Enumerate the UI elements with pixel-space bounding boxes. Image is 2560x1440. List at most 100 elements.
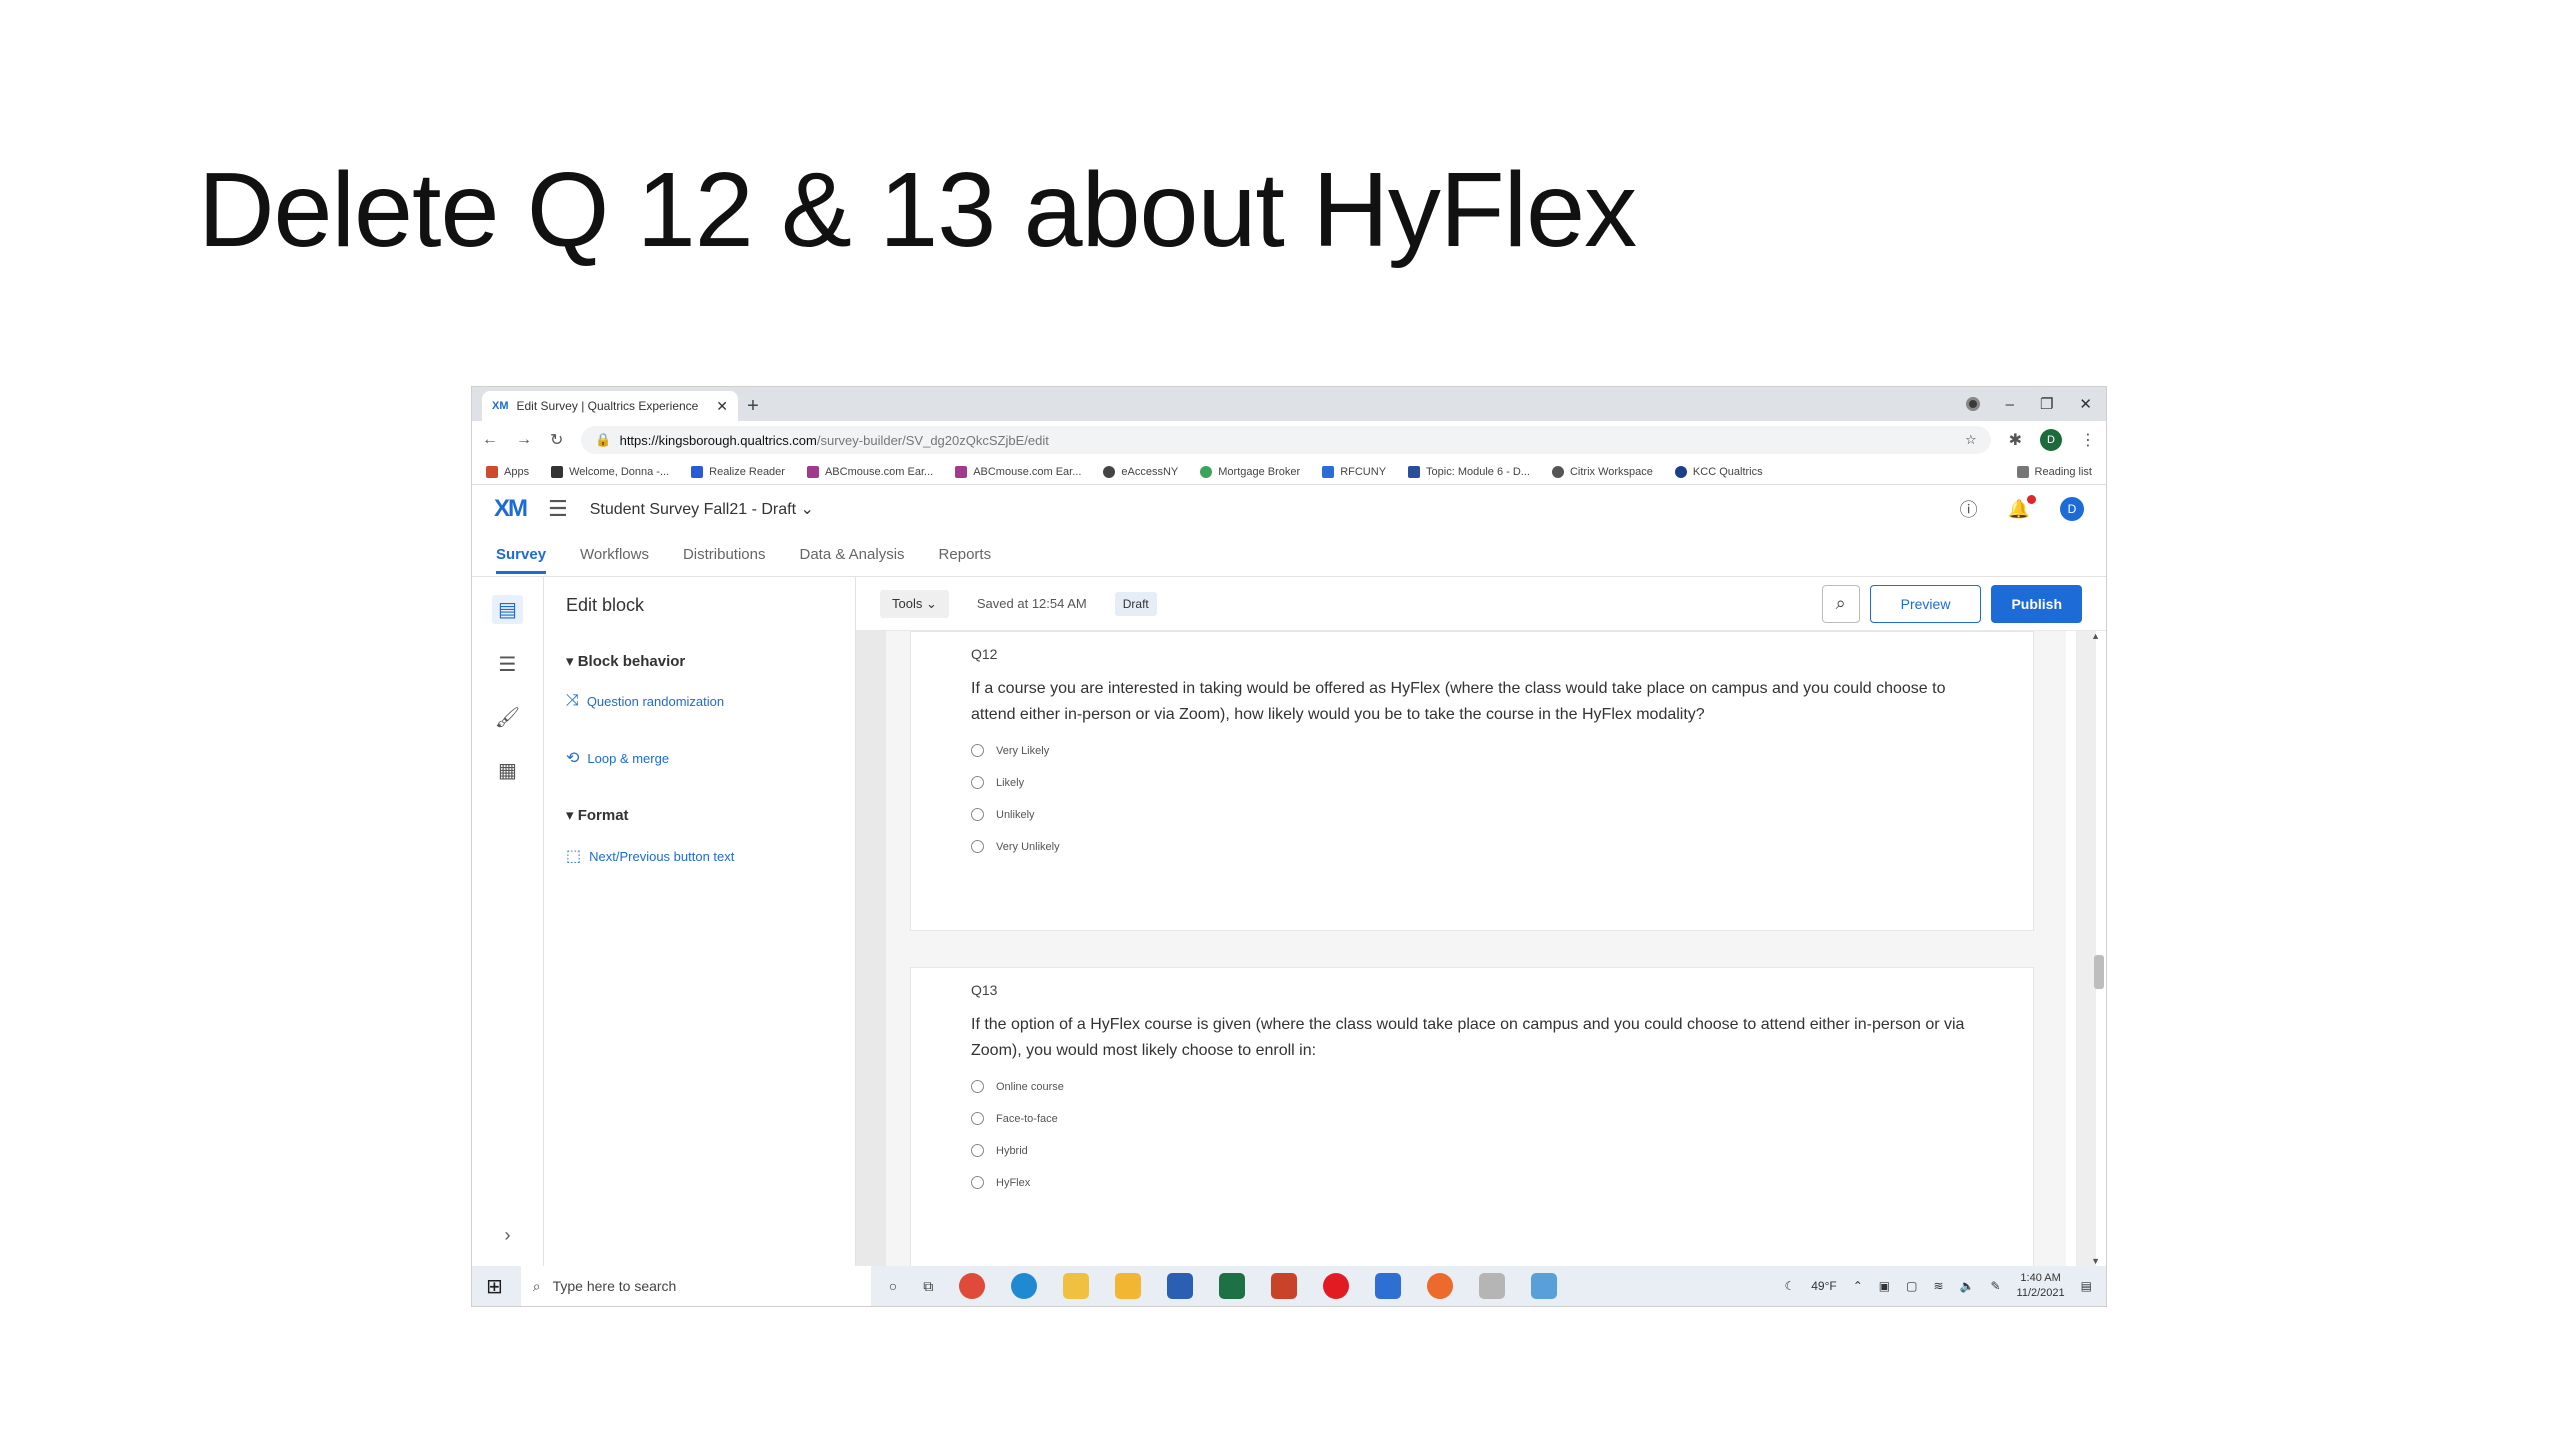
blocks-icon[interactable]: ☰ <box>499 652 517 677</box>
question-card-q13[interactable]: Q13 If the option of a HyFlex course is … <box>910 967 2034 1266</box>
question-card-q12[interactable]: Q12 If a course you are interested in ta… <box>910 631 2034 931</box>
forward-icon[interactable]: → <box>516 431 532 449</box>
profile-avatar[interactable]: D <box>2040 429 2062 451</box>
firefox-icon[interactable] <box>1427 1273 1454 1299</box>
url-bar[interactable]: 🔒 https://kingsborough.qualtrics.com/sur… <box>581 426 1991 454</box>
vertical-scrollbar[interactable]: ▲ ▼ <box>2066 631 2106 1266</box>
tab-data-analysis[interactable]: Data & Analysis <box>799 546 904 563</box>
tray-app-icon[interactable]: ▣ <box>1879 1279 1890 1293</box>
restore-button[interactable]: ❐ <box>2040 395 2053 413</box>
volume-icon[interactable]: 🔈 <box>1960 1279 1975 1293</box>
choice-option[interactable]: HyFlex <box>971 1176 1973 1189</box>
expand-chevron-icon[interactable]: › <box>505 1225 511 1246</box>
reload-icon[interactable]: ↻ <box>550 430 563 450</box>
tab-reports[interactable]: Reports <box>939 546 992 563</box>
menu-kebab-icon[interactable]: ⋮ <box>2080 430 2096 450</box>
close-window-button[interactable]: ✕ <box>2079 395 2092 413</box>
help-icon[interactable]: ⓘ <box>1960 496 1978 522</box>
reading-list[interactable]: Reading list <box>2016 465 2092 478</box>
display-icon[interactable]: ▢ <box>1906 1279 1917 1293</box>
clock[interactable]: 1:40 AM 11/2/2021 <box>2017 1271 2065 1301</box>
question-randomization-link[interactable]: ⤨ Question randomization <box>566 692 833 710</box>
choice-option[interactable]: Likely <box>971 776 1973 789</box>
back-icon[interactable]: ← <box>482 431 498 449</box>
edge-icon[interactable] <box>1011 1273 1038 1299</box>
word-icon[interactable] <box>1167 1273 1194 1299</box>
look-and-feel-icon[interactable]: 🖌 <box>495 705 520 730</box>
xm-logo[interactable]: XM <box>494 495 528 523</box>
sticky-notes-icon[interactable] <box>1063 1273 1090 1299</box>
hamburger-menu-icon[interactable]: ☰ <box>548 496 568 522</box>
remote-desktop-icon[interactable] <box>1375 1273 1402 1299</box>
notification-center-icon[interactable]: ▤ <box>2081 1279 2092 1293</box>
powerpoint-icon[interactable] <box>1271 1273 1298 1299</box>
choice-option[interactable]: Hybrid <box>971 1144 1973 1157</box>
browser-tabbar: XM Edit Survey | Qualtrics Experience ✕ … <box>472 387 2106 421</box>
minimize-button[interactable]: – <box>2006 396 2014 413</box>
user-avatar[interactable]: D <box>2060 497 2084 521</box>
format-section[interactable]: ▾ Format <box>566 806 833 824</box>
paint-icon[interactable] <box>1479 1273 1506 1299</box>
search-button[interactable]: ⌕ <box>1821 584 1860 623</box>
bookmark-item[interactable]: ABCmouse.com Ear... <box>955 465 1081 478</box>
choice-option[interactable]: Face-to-face <box>971 1112 1973 1125</box>
panel-heading: Edit block <box>566 595 645 615</box>
qualtrics-nav: Survey Workflows Distributions Data & An… <box>472 533 2106 577</box>
close-tab-icon[interactable]: ✕ <box>716 398 728 415</box>
new-tab-button[interactable]: + <box>738 391 768 421</box>
questions-scroller[interactable]: Q12 If a course you are interested in ta… <box>856 631 2106 1266</box>
bookmark-item[interactable]: ABCmouse.com Ear... <box>806 465 933 478</box>
taskbar-search[interactable]: ⌕ Type here to search <box>520 1266 871 1306</box>
publish-button[interactable]: Publish <box>1991 584 2082 623</box>
preview-button[interactable]: Preview <box>1869 584 1982 623</box>
excel-icon[interactable] <box>1219 1273 1246 1299</box>
extensions-icon[interactable]: ✱ <box>2009 430 2022 450</box>
bookmark-item[interactable]: Realize Reader <box>691 465 785 478</box>
record-icon[interactable] <box>1965 397 1980 411</box>
network-app-icon[interactable] <box>1531 1273 1558 1299</box>
choice-option[interactable]: Online course <box>971 1080 1973 1093</box>
browser-tab[interactable]: XM Edit Survey | Qualtrics Experience ✕ <box>482 391 738 421</box>
tray-expand-icon[interactable]: ⌃ <box>1853 1279 1863 1293</box>
bookmark-item[interactable]: Topic: Module 6 - D... <box>1408 465 1530 478</box>
survey-name-dropdown[interactable]: Student Survey Fall21 - Draft ⌄ <box>590 499 814 519</box>
opera-icon[interactable] <box>1323 1273 1350 1299</box>
bookmark-item[interactable]: Apps <box>486 465 529 478</box>
scrollbar-thumb[interactable] <box>2094 955 2104 989</box>
weather-icon[interactable]: ☾ <box>1784 1279 1795 1293</box>
bookmark-item[interactable]: Welcome, Donna -... <box>551 465 669 478</box>
cortana-icon[interactable]: ○ <box>889 1278 897 1294</box>
file-explorer-icon[interactable] <box>1115 1273 1142 1299</box>
bookmark-item[interactable]: Citrix Workspace <box>1551 465 1653 478</box>
question-text[interactable]: If the option of a HyFlex course is give… <box>971 1012 1973 1064</box>
bookmark-item[interactable]: KCC Qualtrics <box>1674 465 1763 478</box>
block-behavior-section[interactable]: ▾ Block behavior <box>566 652 833 670</box>
survey-flow-icon[interactable]: ▤ <box>492 595 523 624</box>
choice-option[interactable]: Very Unlikely <box>971 840 1973 853</box>
chrome-icon[interactable] <box>959 1273 986 1299</box>
tools-dropdown[interactable]: Tools ⌄ <box>880 589 949 618</box>
scroll-up-icon[interactable]: ▲ <box>2091 631 2100 641</box>
scroll-down-icon[interactable]: ▼ <box>2091 1256 2100 1266</box>
wifi-icon[interactable]: ≋ <box>1933 1279 1943 1293</box>
question-text[interactable]: If a course you are interested in taking… <box>971 676 1973 728</box>
bookmark-item[interactable]: RFCUNY <box>1322 465 1386 478</box>
tab-workflows[interactable]: Workflows <box>580 546 649 563</box>
bookmark-item[interactable]: eAccessNY <box>1103 465 1178 478</box>
task-view-icon[interactable]: ⧉ <box>923 1278 933 1295</box>
search-icon: ⌕ <box>532 1277 541 1294</box>
bookmark-item[interactable]: Mortgage Broker <box>1200 465 1300 478</box>
survey-options-icon[interactable]: ▦ <box>498 758 517 783</box>
loop-merge-link[interactable]: ⟲ Loop & merge <box>566 748 833 768</box>
search-icon: ⌕ <box>1835 593 1846 613</box>
choice-option[interactable]: Very Likely <box>971 744 1973 757</box>
choice-option[interactable]: Unlikely <box>971 808 1973 821</box>
bookmark-star-icon[interactable]: ☆ <box>1965 432 1977 448</box>
windows-start-icon[interactable]: ⊞ <box>486 1274 503 1299</box>
clock-time: 1:40 AM <box>2020 1272 2061 1284</box>
pen-icon[interactable]: ✎ <box>1990 1279 2000 1293</box>
notifications-bell-icon[interactable]: 🔔 <box>2008 494 2036 520</box>
tab-distributions[interactable]: Distributions <box>683 546 766 563</box>
next-prev-button-text-link[interactable]: ⬚ Next/Previous button text <box>566 846 833 866</box>
tab-survey[interactable]: Survey <box>496 546 547 574</box>
